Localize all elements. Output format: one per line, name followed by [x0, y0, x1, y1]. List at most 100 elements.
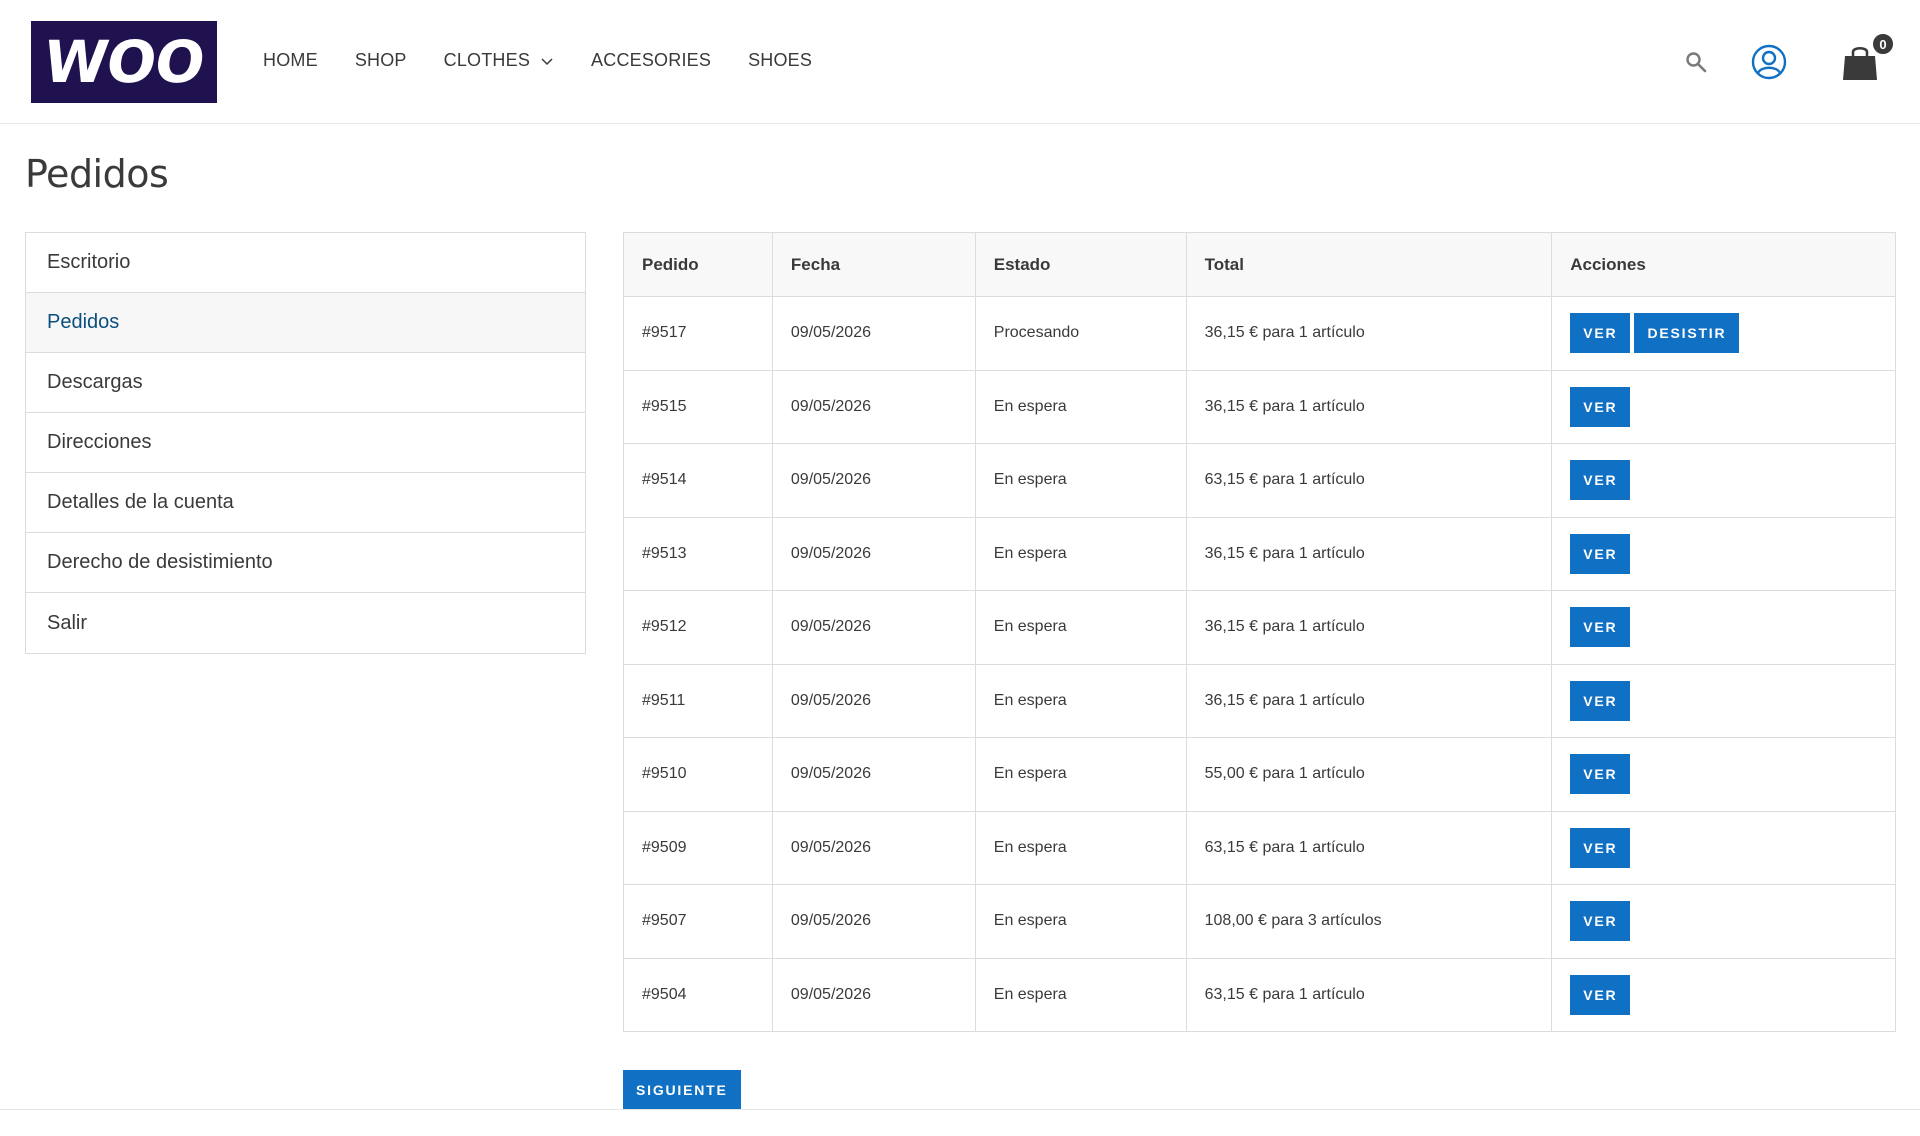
chevron-down-icon [541, 57, 553, 65]
order-actions: VER [1551, 884, 1896, 959]
order-number-link[interactable]: #9514 [623, 443, 773, 518]
order-number-link[interactable]: #9512 [623, 590, 773, 665]
order-actions: VER [1551, 737, 1896, 812]
view-order-button[interactable]: VER [1570, 533, 1631, 574]
order-date: 09/05/2026 [771, 369, 976, 444]
sidebar-item-derecho-desistimiento[interactable]: Derecho de desistimiento [26, 533, 585, 593]
next-page-button[interactable]: SIGUIENTE [623, 1070, 741, 1110]
order-date: 09/05/2026 [771, 737, 976, 812]
view-order-button[interactable]: VER [1570, 386, 1631, 427]
orders-table: Pedido Fecha Estado Total Acciones #9517… [623, 232, 1896, 1032]
nav-item-shop[interactable]: SHOP [355, 50, 407, 71]
order-status: En espera [974, 443, 1187, 518]
view-order-button[interactable]: VER [1570, 460, 1631, 501]
order-date: 09/05/2026 [771, 590, 976, 665]
order-actions: VER [1551, 663, 1896, 738]
table-row: #9511 09/05/2026 En espera 36,15 € para 1 a… [623, 663, 1896, 738]
column-header-pedido: Pedido [623, 232, 773, 297]
order-number-link[interactable]: #9513 [623, 516, 773, 591]
table-row: #9507 09/05/2026 En espera 108,00 € para 3 … [623, 884, 1896, 959]
view-order-button[interactable]: VER [1570, 974, 1631, 1015]
order-actions: VER [1551, 590, 1896, 665]
table-row: #9512 09/05/2026 En espera 36,15 € para 1 a… [623, 590, 1896, 665]
nav-item-shoes[interactable]: SHOES [748, 50, 812, 71]
order-total: 36,15 € para 1 artículo [1185, 296, 1553, 371]
order-total: 36,15 € para 1 artículo [1185, 590, 1553, 665]
order-date: 09/05/2026 [771, 663, 976, 738]
order-status: En espera [974, 516, 1187, 591]
account-navigation: Escritorio Pedidos Descargas Direcciones… [25, 232, 586, 654]
account-icon[interactable] [1751, 44, 1787, 80]
order-total: 55,00 € para 1 artículo [1185, 737, 1553, 812]
order-actions: VER [1551, 369, 1896, 444]
order-date: 09/05/2026 [771, 516, 976, 591]
order-total: 36,15 € para 1 artículo [1185, 369, 1553, 444]
site-header: WOO HOME SHOP CLOTHES ACCESORIES SHOES 0 [0, 0, 1920, 124]
withdraw-order-button[interactable]: DESISTIR [1634, 313, 1740, 354]
view-order-button[interactable]: VER [1570, 680, 1631, 721]
order-status: En espera [974, 884, 1187, 959]
nav-item-clothes[interactable]: CLOTHES [444, 50, 554, 71]
view-order-button[interactable]: VER [1570, 901, 1631, 942]
order-number-link[interactable]: #9507 [623, 884, 773, 959]
nav-label: HOME [263, 50, 318, 70]
table-row: #9514 09/05/2026 En espera 63,15 € para 1 a… [623, 443, 1896, 518]
nav-label: CLOTHES [443, 50, 531, 70]
column-header-total: Total [1185, 232, 1553, 297]
table-row: #9513 09/05/2026 En espera 36,15 € para 1 a… [623, 516, 1896, 591]
sidebar-item-detalles-cuenta[interactable]: Detalles de la cuenta [26, 473, 585, 533]
order-status: Procesando [974, 296, 1187, 371]
nav-label: ACCESORIES [591, 50, 712, 70]
nav-label: SHOP [354, 50, 407, 70]
sidebar-item-escritorio[interactable]: Escritorio [26, 233, 585, 293]
nav-item-accesories[interactable]: ACCESORIES [591, 50, 711, 71]
table-row: #9504 09/05/2026 En espera 63,15 € para 1 a… [623, 957, 1896, 1032]
order-date: 09/05/2026 [771, 884, 976, 959]
order-actions: VER [1551, 810, 1896, 885]
order-status: En espera [974, 810, 1187, 885]
order-date: 09/05/2026 [771, 957, 976, 1032]
order-total: 63,15 € para 1 artículo [1185, 957, 1553, 1032]
order-number-link[interactable]: #9509 [623, 810, 773, 885]
order-date: 09/05/2026 [771, 443, 976, 518]
view-order-button[interactable]: VER [1570, 313, 1631, 354]
nav-label: SHOES [748, 50, 813, 70]
order-total: 36,15 € para 1 artículo [1185, 516, 1553, 591]
order-actions: VER DESISTIR [1551, 296, 1896, 371]
order-total: 36,15 € para 1 artículo [1185, 663, 1553, 738]
order-status: En espera [974, 590, 1187, 665]
order-number-link[interactable]: #9510 [623, 737, 773, 812]
logo-text: WOO [39, 28, 209, 96]
order-status: En espera [974, 663, 1187, 738]
sidebar-item-direcciones[interactable]: Direcciones [26, 413, 585, 473]
view-order-button[interactable]: VER [1570, 827, 1631, 868]
sidebar-item-pedidos[interactable]: Pedidos [26, 293, 585, 353]
order-number-link[interactable]: #9511 [623, 663, 773, 738]
column-header-estado: Estado [974, 232, 1187, 297]
order-number-link[interactable]: #9517 [623, 296, 773, 371]
site-logo[interactable]: WOO [31, 21, 217, 103]
order-number-link[interactable]: #9515 [623, 369, 773, 444]
column-header-fecha: Fecha [771, 232, 976, 297]
sidebar-item-salir[interactable]: Salir [26, 593, 585, 653]
cart-count-badge: 0 [1871, 32, 1895, 56]
order-number-link[interactable]: #9504 [623, 957, 773, 1032]
sidebar-item-descargas[interactable]: Descargas [26, 353, 585, 413]
table-row: #9509 09/05/2026 En espera 63,15 € para 1 a… [623, 810, 1896, 885]
table-header-row: Pedido Fecha Estado Total Acciones [623, 232, 1896, 297]
order-total: 63,15 € para 1 artículo [1185, 443, 1553, 518]
view-order-button[interactable]: VER [1570, 607, 1631, 648]
view-order-button[interactable]: VER [1570, 754, 1631, 795]
table-row: #9510 09/05/2026 En espera 55,00 € para 1 a… [623, 737, 1896, 812]
order-actions: VER [1551, 443, 1896, 518]
nav-item-home[interactable]: HOME [263, 50, 318, 71]
column-header-acciones: Acciones [1551, 232, 1896, 297]
search-icon[interactable] [1684, 50, 1708, 74]
order-total: 108,00 € para 3 artículos [1185, 884, 1553, 959]
order-date: 09/05/2026 [771, 810, 976, 885]
main-nav: HOME SHOP CLOTHES ACCESORIES SHOES [263, 50, 849, 71]
order-date: 09/05/2026 [771, 296, 976, 371]
order-actions: VER [1551, 957, 1896, 1032]
footer-divider [0, 1109, 1920, 1110]
order-status: En espera [974, 957, 1187, 1032]
